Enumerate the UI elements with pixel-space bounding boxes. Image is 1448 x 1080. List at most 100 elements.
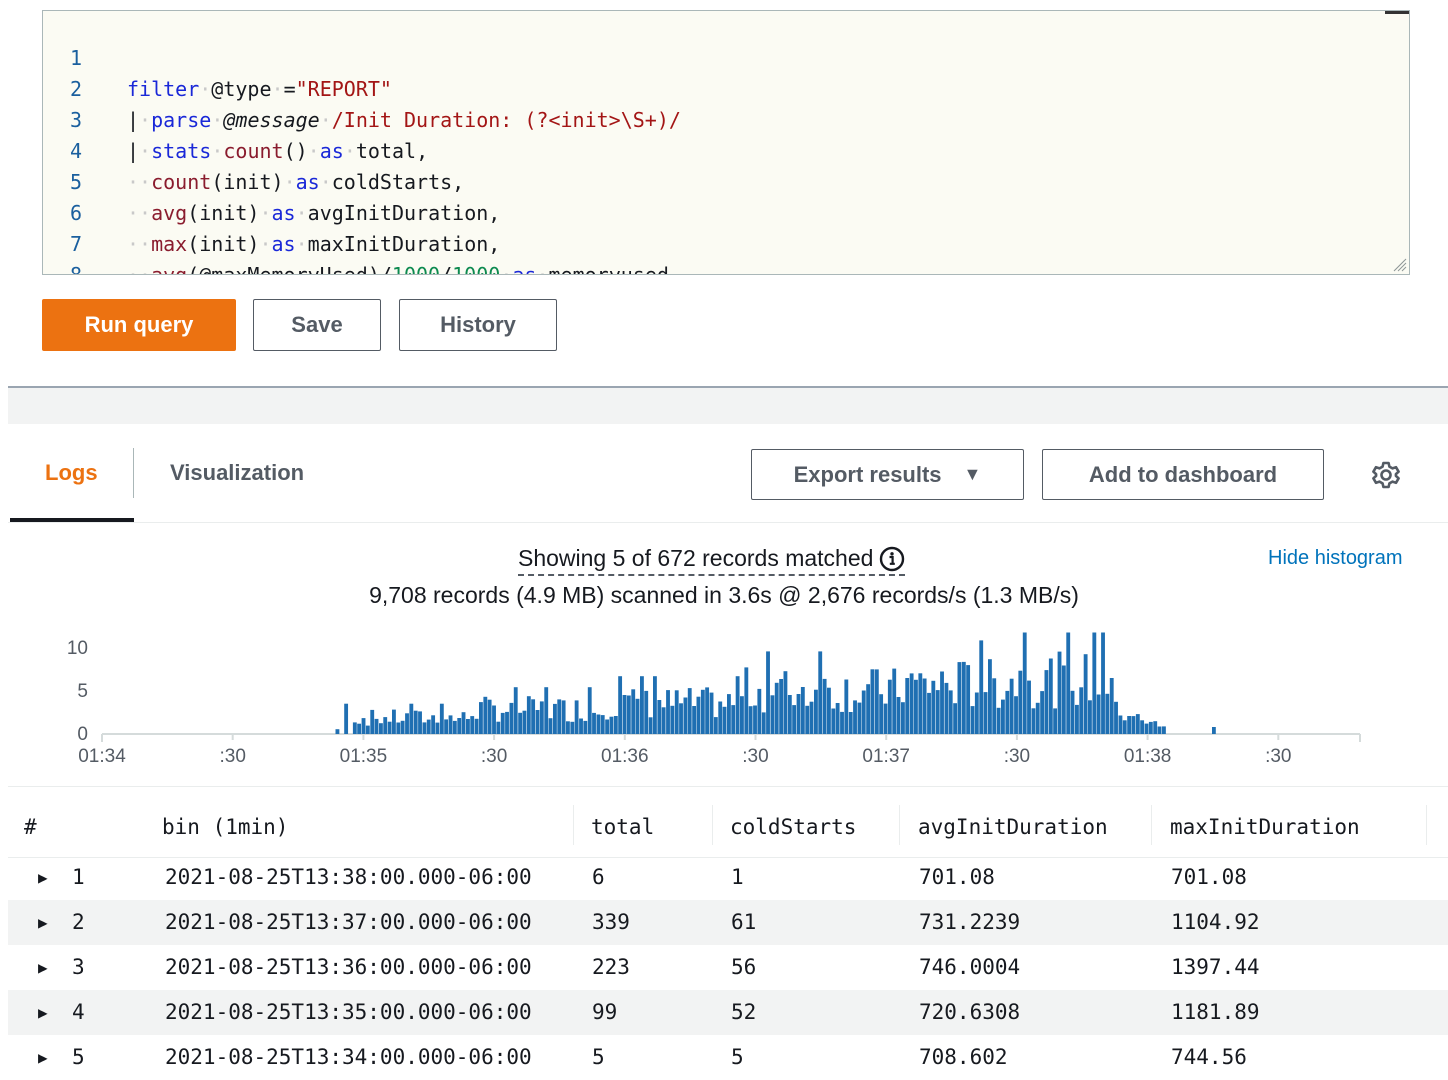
histogram-bar — [631, 689, 636, 734]
resize-handle-icon[interactable] — [1391, 256, 1407, 272]
histogram-bar — [1079, 687, 1084, 734]
histogram-bar — [896, 697, 901, 734]
x-tick-label: :30 — [1265, 746, 1291, 767]
histogram-bar — [531, 699, 536, 734]
histogram-bar — [1122, 720, 1127, 734]
histogram-bar — [596, 714, 601, 734]
cell-bin: 2021-08-25T13:35:00.000-06:00 — [165, 1000, 532, 1024]
histogram-bar — [1044, 670, 1049, 734]
info-icon[interactable] — [879, 546, 905, 572]
expand-row-icon[interactable]: ▶ — [38, 1035, 48, 1080]
hide-histogram-link[interactable]: Hide histogram — [1268, 547, 1403, 570]
tab-separator — [133, 448, 134, 498]
histogram-bar — [800, 687, 805, 734]
histogram-bar — [370, 709, 375, 734]
column-divider[interactable] — [1151, 805, 1152, 845]
tab-logs[interactable]: Logs — [45, 445, 98, 501]
histogram-bar — [805, 705, 810, 734]
histogram-bar — [474, 718, 479, 734]
table-row[interactable]: ▶ 4 2021-08-25T13:35:00.000-06:00 99 52 … — [8, 990, 1448, 1035]
histogram-bar — [544, 687, 549, 734]
histogram-bar — [383, 717, 388, 734]
histogram-bar — [1057, 651, 1062, 734]
histogram-bar — [500, 712, 505, 734]
cell-total: 99 — [592, 1000, 618, 1024]
histogram-bar — [518, 712, 523, 734]
x-tick-label: 01:36 — [601, 746, 649, 767]
histogram-bar — [1014, 696, 1018, 734]
table-row[interactable]: ▶ 5 2021-08-25T13:34:00.000-06:00 5 5 70… — [8, 1035, 1448, 1080]
histogram-bar — [509, 702, 514, 734]
histogram-bar — [1162, 726, 1166, 734]
column-divider[interactable] — [899, 805, 900, 845]
x-tick-label: :30 — [742, 746, 768, 767]
histogram-bar — [1096, 694, 1101, 734]
histogram-bar — [570, 721, 575, 734]
histogram-bar — [483, 696, 488, 734]
histogram-bar — [1040, 691, 1045, 734]
cell-coldstarts: 56 — [731, 955, 757, 979]
cell-bin: 2021-08-25T13:38:00.000-06:00 — [165, 865, 532, 889]
tab-visualization[interactable]: Visualization — [170, 445, 304, 501]
histogram-bar — [713, 717, 718, 734]
cell-total: 6 — [592, 865, 605, 889]
histogram-bar — [966, 665, 971, 734]
histogram-bar — [1105, 693, 1110, 734]
alias: memoryused — [548, 263, 669, 275]
save-button[interactable]: Save — [253, 299, 381, 351]
histogram-bar — [1101, 632, 1105, 734]
expand-row-icon[interactable]: ▶ — [38, 990, 48, 1035]
histogram-bar — [1005, 690, 1010, 734]
histogram-bar — [861, 690, 866, 734]
code-line-6: 6 ··max(init)·as·maxInitDuration, — [43, 167, 1409, 256]
history-button[interactable]: History — [399, 299, 557, 351]
histogram-bar — [792, 705, 797, 734]
histogram-bar — [1009, 678, 1014, 734]
histogram-bar — [653, 676, 657, 734]
export-results-button[interactable]: Export results ▼ — [751, 449, 1024, 500]
histogram-bar — [696, 696, 701, 734]
histogram-bar — [783, 671, 788, 734]
histogram-bar — [592, 712, 596, 734]
histogram-bar — [740, 696, 744, 734]
histogram-bar — [827, 687, 831, 734]
cell-avginitduration: 731.2239 — [919, 910, 1021, 934]
row-index: 1 — [72, 865, 85, 889]
histogram-bar — [961, 661, 966, 734]
histogram-bar — [522, 710, 527, 734]
run-query-button[interactable]: Run query — [42, 299, 236, 351]
number-literal: 1000 — [391, 263, 441, 275]
cell-coldstarts: 1 — [731, 865, 744, 889]
histogram-bar — [748, 706, 753, 734]
argument: (@maxMemoryUsed)/ — [187, 263, 392, 275]
expand-row-icon[interactable]: ▶ — [38, 900, 48, 945]
histogram-bar — [496, 721, 501, 734]
table-row[interactable]: ▶ 1 2021-08-25T13:38:00.000-06:00 6 1 70… — [8, 855, 1448, 900]
code-line-1: 1 filter·@type·="REPORT" — [43, 12, 1409, 101]
histogram-bar — [883, 703, 888, 734]
histogram-bar — [948, 690, 953, 734]
histogram-bar — [1135, 714, 1140, 734]
column-divider[interactable] — [1426, 805, 1427, 845]
table-row[interactable]: ▶ 2 2021-08-25T13:37:00.000-06:00 339 61… — [8, 900, 1448, 945]
row-index: 4 — [72, 1000, 85, 1024]
expand-row-icon[interactable]: ▶ — [38, 855, 48, 900]
add-to-dashboard-button[interactable]: Add to dashboard — [1042, 449, 1324, 500]
histogram-bar — [1061, 665, 1066, 734]
histogram-bar — [1118, 715, 1123, 734]
column-divider[interactable] — [712, 805, 713, 845]
histogram-bar — [657, 700, 662, 734]
x-tick-label: :30 — [219, 746, 245, 767]
histogram-bar — [692, 706, 697, 734]
histogram-bar — [887, 679, 892, 734]
gear-icon[interactable] — [1370, 459, 1402, 491]
table-row[interactable]: ▶ 3 2021-08-25T13:36:00.000-06:00 223 56… — [8, 945, 1448, 990]
x-tick-label: 01:34 — [78, 746, 126, 767]
column-divider[interactable] — [573, 805, 574, 845]
expand-row-icon[interactable]: ▶ — [38, 945, 48, 990]
query-editor[interactable]: 1 filter·@type·="REPORT" 2 |·parse·@mess… — [42, 10, 1410, 275]
records-matched-summary[interactable]: Showing 5 of 672 records matched — [518, 545, 906, 576]
histogram-bar — [953, 703, 958, 734]
histogram-bar — [831, 708, 836, 734]
histogram-bar — [470, 716, 475, 734]
